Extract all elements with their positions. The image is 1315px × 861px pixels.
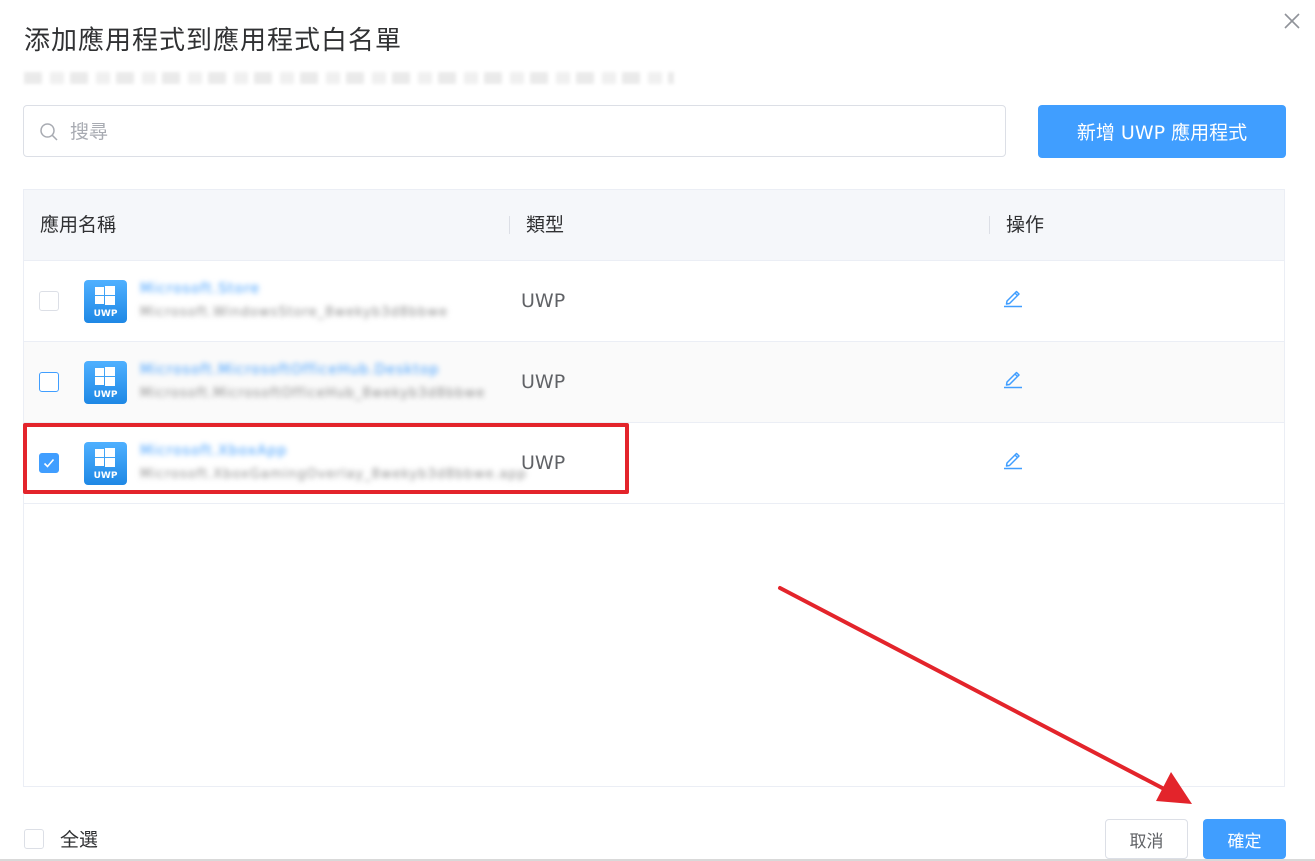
- checkmark-icon: [43, 458, 55, 468]
- table-row[interactable]: UWP Microsoft.XboxApp Microsoft.XboxGami…: [24, 423, 1284, 504]
- windows-uwp-icon: UWP: [84, 442, 127, 485]
- uwp-icon-label: UWP: [93, 309, 118, 319]
- app-type: UWP: [521, 290, 566, 312]
- add-uwp-app-button[interactable]: 新增 UWP 應用程式: [1038, 105, 1286, 158]
- column-header-app-name: 應用名稱: [40, 214, 117, 236]
- app-type: UWP: [521, 371, 566, 393]
- confirm-button[interactable]: 確定: [1203, 819, 1286, 859]
- search-box[interactable]: [23, 105, 1006, 158]
- dialog-description-faded: [24, 72, 674, 84]
- app-package-id: Microsoft.WindowsStore_8wekyb3d8bbwe: [140, 305, 449, 320]
- uwp-icon-label: UWP: [93, 390, 118, 400]
- uwp-icon-label: UWP: [93, 471, 118, 481]
- column-header-type: 類型: [526, 214, 565, 236]
- app-name: Microsoft.MicrosoftOfficeHub.Desktop: [140, 362, 440, 378]
- edit-icon[interactable]: [1002, 367, 1024, 389]
- table-row[interactable]: UWP Microsoft.MicrosoftOfficeHub.Desktop…: [24, 342, 1284, 423]
- table-header: 應用名稱 類型 操作: [24, 190, 1284, 261]
- search-input[interactable]: [68, 106, 992, 158]
- edit-icon[interactable]: [1002, 448, 1024, 470]
- column-divider: [509, 216, 510, 234]
- app-table: 應用名稱 類型 操作 UWP Microsoft.Store Microsoft…: [23, 189, 1285, 787]
- app-name: Microsoft.Store: [140, 281, 261, 297]
- close-icon[interactable]: [1281, 10, 1303, 32]
- cancel-button[interactable]: 取消: [1105, 819, 1188, 859]
- select-all-label: 全選: [60, 829, 99, 851]
- edit-icon[interactable]: [1002, 286, 1024, 308]
- app-name: Microsoft.XboxApp: [140, 443, 288, 459]
- search-icon: [39, 122, 59, 142]
- add-app-whitelist-dialog: 添加應用程式到應用程式白名單 新增 UWP 應用程式 應用名稱 類型 操作: [0, 0, 1315, 861]
- app-package-id: Microsoft.XboxGamingOverlay_8wekyb3d8bbw…: [140, 467, 527, 482]
- windows-uwp-icon: UWP: [84, 361, 127, 404]
- column-divider: [989, 216, 990, 234]
- dialog-title: 添加應用程式到應用程式白名單: [24, 26, 403, 56]
- row-checkbox[interactable]: [39, 291, 59, 311]
- row-checkbox[interactable]: [39, 453, 59, 473]
- select-all-checkbox[interactable]: [24, 829, 44, 849]
- row-checkbox[interactable]: [39, 372, 59, 392]
- windows-uwp-icon: UWP: [84, 280, 127, 323]
- app-package-id: Microsoft.MicrosoftOfficeHub_8wekyb3d8bb…: [140, 386, 486, 401]
- table-row[interactable]: UWP Microsoft.Store Microsoft.WindowsSto…: [24, 261, 1284, 342]
- column-header-actions: 操作: [1006, 214, 1045, 236]
- app-type: UWP: [521, 452, 566, 474]
